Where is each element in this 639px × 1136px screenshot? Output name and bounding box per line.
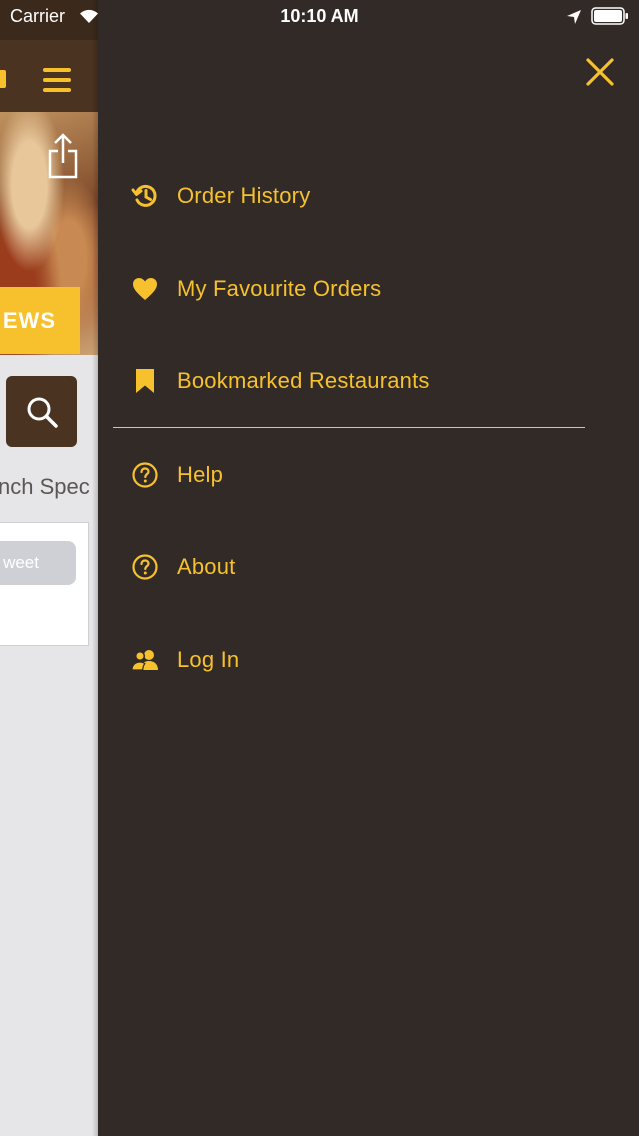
heart-icon	[130, 274, 160, 304]
tweet-button[interactable]: weet	[0, 541, 76, 585]
history-icon	[130, 181, 160, 211]
cart-icon[interactable]	[0, 70, 6, 88]
menu-item-order-history[interactable]: Order History	[130, 173, 590, 219]
help-icon	[130, 460, 160, 490]
share-icon[interactable]	[46, 133, 80, 179]
special-heading: nch Spec	[0, 474, 90, 499]
menu-item-label: About	[177, 554, 236, 579]
bookmark-icon	[130, 366, 160, 396]
menu-item-label: Log In	[177, 647, 240, 672]
close-menu-button[interactable]	[583, 55, 617, 89]
menu-item-favourite-orders[interactable]: My Favourite Orders	[130, 266, 590, 312]
menu-item-help[interactable]: Help	[130, 452, 590, 498]
menu-item-about[interactable]: About	[130, 544, 590, 590]
background-app: EWS nch Spec weet	[0, 0, 98, 1136]
menu-item-log-in[interactable]: Log In	[130, 637, 590, 683]
status-bar: Carrier 10:10 AM	[0, 0, 639, 34]
search-icon	[27, 397, 58, 428]
hamburger-menu-icon[interactable]	[43, 68, 71, 92]
menu-item-label: My Favourite Orders	[177, 276, 382, 301]
status-time: 10:10 AM	[280, 6, 359, 26]
menu-item-label: Order History	[177, 183, 311, 208]
battery-icon	[591, 7, 629, 25]
search-button[interactable]	[6, 376, 77, 447]
about-icon	[130, 552, 160, 582]
reviews-button[interactable]: EWS	[0, 287, 80, 354]
location-arrow-icon	[566, 9, 582, 25]
close-icon	[586, 58, 614, 86]
menu-item-label: Help	[177, 462, 224, 487]
menu-divider	[113, 427, 585, 428]
menu-item-label: Bookmarked Restaurants	[177, 368, 430, 393]
users-icon	[130, 645, 160, 675]
menu-item-bookmarked-restaurants[interactable]: Bookmarked Restaurants	[130, 358, 590, 404]
